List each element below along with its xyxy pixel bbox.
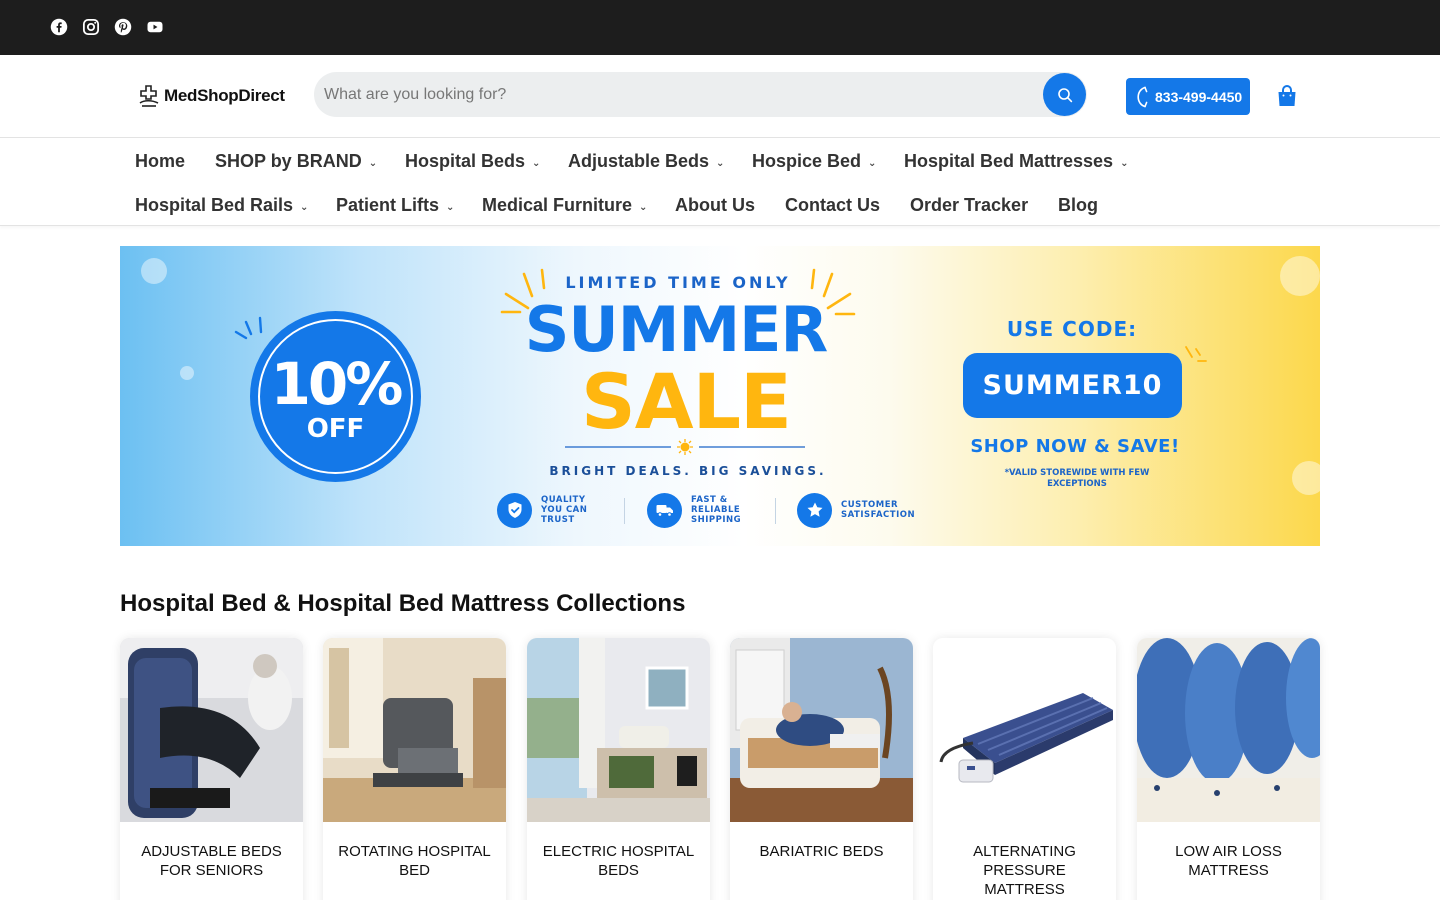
banner-tagline: BRIGHT DEALS. BIG SAVINGS. [549,464,827,478]
collection-image [933,638,1116,822]
sparkle-rays-icon [1185,346,1207,362]
use-code-label: USE CODE: [1006,317,1138,341]
phone-number: 833-499-4450 [1155,88,1243,105]
feature-divider [624,498,625,524]
sun-divider-icon [565,439,805,455]
nav-item-home[interactable]: Home [135,149,185,173]
banner-headline-bottom: SALE [581,357,792,446]
discount-badge: 10% OFF [250,311,421,482]
site-logo[interactable]: MedShopDirect [138,83,285,109]
decorative-bokeh [1280,256,1320,296]
search-input[interactable] [314,72,1039,117]
instagram-icon[interactable] [82,18,100,36]
promo-disclaimer: *VALID STOREWIDE WITH FEW EXCEPTIONS [1004,468,1150,489]
collection-label: ALTERNATING PRESSURE MATTRESS [973,843,1076,898]
collection-image [120,638,303,822]
collection-card-adjustable-beds-for-seniors[interactable]: ADJUSTABLE BEDS FOR SENIORS [120,638,303,900]
discount-badge-ring [258,319,413,474]
collection-image [527,638,710,822]
collection-label: LOW AIR LOSS MATTRESS [1175,843,1282,879]
collection-card-electric-hospital-beds[interactable]: ELECTRIC HOSPITAL BEDS [527,638,710,900]
pinterest-icon[interactable] [114,18,132,36]
chevron-down-icon: ⌄ [368,157,378,169]
sparkle-rays-icon [234,316,263,340]
collections-title: Hospital Bed & Hospital Bed Mattress Col… [120,590,686,617]
promo-code: SUMMER10 [963,353,1182,418]
collection-image [730,638,913,822]
feature-shipping: FAST & RELIABLE SHIPPING [647,492,741,528]
nav-item-hospice-bed[interactable]: Hospice Bed ⌄ [752,149,876,173]
feature-satisfaction: CUSTOMER SATISFACTION [797,492,915,528]
chevron-down-icon: ⌄ [639,201,648,213]
nav-item-medical-furniture[interactable]: Medical Furniture ⌄ [482,193,647,217]
chevron-down-icon: ⌄ [868,157,877,169]
nav-item-hospital-beds[interactable]: Hospital Beds ⌄ [405,149,540,173]
banner-kicker: LIMITED TIME ONLY [565,273,791,292]
collection-card-low-air-loss-mattress[interactable]: LOW AIR LOSS MATTRESS [1137,638,1320,900]
collection-label: ROTATING HOSPITAL BED [338,843,491,879]
feature-divider [775,498,776,524]
decorative-bokeh [141,258,167,284]
nav-item-hospital-bed-mattresses[interactable]: Hospital Bed Mattresses ⌄ [904,149,1128,173]
nav-item-patient-lifts[interactable]: Patient Lifts ⌄ [336,193,454,217]
main-navigation: Home SHOP by BRAND ⌄ Hospital Beds ⌄ Adjus… [0,138,1440,226]
collection-label: BARIATRIC BEDS [759,843,884,860]
search-icon [1057,87,1072,102]
site-header: MedShopDirect 833-499-4450 [0,55,1440,138]
nav-item-hospital-bed-rails[interactable]: Hospital Bed Rails ⌄ [135,193,308,217]
chevron-down-icon: ⌄ [1120,157,1129,169]
nav-item-blog[interactable]: Blog [1058,193,1098,217]
feature-quality: QUALITY YOU CAN TRUST [497,492,587,528]
chevron-down-icon: ⌄ [446,201,455,213]
phone-button[interactable]: 833-499-4450 [1126,78,1250,115]
nav-item-adjustable-beds[interactable]: Adjustable Beds ⌄ [568,149,724,173]
nav-item-shop-by-brand[interactable]: SHOP by BRAND ⌄ [215,149,377,173]
collection-card-bariatric-beds[interactable]: BARIATRIC BEDS [730,638,913,900]
star-icon [797,492,832,528]
collection-card-alternating-pressure-mattress[interactable]: ALTERNATING PRESSURE MATTRESS [933,638,1116,900]
search-button[interactable] [1043,73,1086,116]
collection-card-rotating-hospital-bed[interactable]: ROTATING HOSPITAL BED [323,638,506,900]
banner-headline-top: SUMMER [524,293,829,366]
chevron-down-icon: ⌄ [532,157,541,169]
nav-item-contact-us[interactable]: Contact Us [785,193,880,217]
social-bar [0,0,1440,55]
chevron-down-icon: ⌄ [300,201,309,213]
logo-text: MedShopDirect [164,86,285,105]
shop-now-cta: SHOP NOW & SAVE! [970,436,1180,457]
collection-image [323,638,506,822]
nav-item-order-tracker[interactable]: Order Tracker [910,193,1028,217]
search-bar [314,72,1087,117]
collection-label: ELECTRIC HOSPITAL BEDS [542,843,695,879]
collection-label: ADJUSTABLE BEDS FOR SENIORS [141,843,282,879]
collection-image [1137,638,1320,822]
shield-check-icon [497,492,532,528]
chevron-down-icon: ⌄ [716,157,725,169]
delivery-truck-icon [647,492,682,528]
phone-icon [1137,86,1148,107]
facebook-icon[interactable] [50,18,68,36]
decorative-bokeh [1292,461,1320,495]
nav-item-about-us[interactable]: About Us [675,193,755,217]
summer-sale-banner[interactable]: 10% OFF LIMITED TIME ONLY SUMMER SALE BR… [120,246,1320,546]
medical-cross-icon [138,84,160,108]
decorative-bokeh [180,366,194,380]
youtube-icon[interactable] [146,18,164,36]
shopping-bag-icon[interactable] [1276,84,1298,108]
